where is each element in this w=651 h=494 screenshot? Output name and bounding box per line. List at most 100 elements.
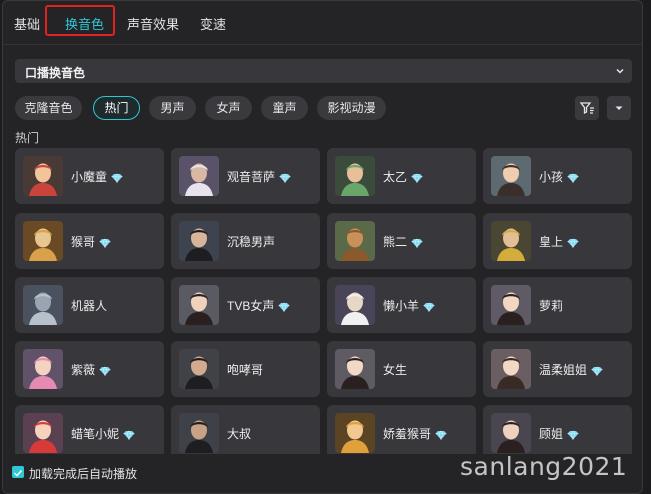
voice-name: 娇羞猴哥 <box>383 425 447 442</box>
diamond-icon <box>99 366 111 376</box>
voice-grid: 小魔童 观音菩萨 太乙 小孩猴哥 沉稳男声 熊二 皇上机器人 TVB女声 懒小羊 萝莉紫薇 咆哮哥 女… <box>15 148 635 454</box>
voice-mode-select[interactable]: 口播换音色 <box>15 59 632 83</box>
voice-name: 大叔 <box>227 425 251 442</box>
voice-name: 紫薇 <box>71 361 111 378</box>
tab-bar: 基础 换音色 声音效果 变速 <box>3 1 642 45</box>
voice-name-text: 咆哮哥 <box>227 363 264 377</box>
caret-down-icon <box>615 106 623 110</box>
voice-panel: 基础 换音色 声音效果 变速 口播换音色 克隆音色 热门 男声 女声 童声 影视… <box>2 0 643 494</box>
voice-name-text: 女生 <box>383 363 408 377</box>
voice-name-text: 顾姐 <box>539 427 564 441</box>
tab-highlight-frame <box>45 5 115 36</box>
voice-avatar <box>23 156 63 196</box>
voice-name-text: 懒小羊 <box>383 299 420 313</box>
voice-name-text: 蜡笔小妮 <box>71 427 120 441</box>
voice-avatar <box>335 285 375 325</box>
tab-sound-effects[interactable]: 声音效果 <box>127 14 179 33</box>
voice-avatar <box>23 349 63 389</box>
voice-name: 猴哥 <box>71 233 111 250</box>
diamond-icon <box>567 430 579 440</box>
voice-card[interactable]: 萝莉 <box>483 277 632 333</box>
voice-avatar <box>23 413 63 453</box>
voice-name: 机器人 <box>71 297 107 314</box>
chip-male[interactable]: 男声 <box>149 96 196 120</box>
voice-card[interactable]: 皇上 <box>483 213 632 269</box>
voice-card[interactable]: 大叔 <box>171 405 320 454</box>
chip-film-anime[interactable]: 影视动漫 <box>317 96 386 120</box>
voice-card[interactable]: 沉稳男声 <box>171 213 320 269</box>
voice-avatar <box>335 156 375 196</box>
voice-card[interactable]: 机器人 <box>15 277 164 333</box>
tab-speed[interactable]: 变速 <box>200 14 226 33</box>
voice-avatar <box>179 413 219 453</box>
voice-name: 沉稳男声 <box>227 233 275 250</box>
voice-name-text: 娇羞猴哥 <box>383 427 432 441</box>
voice-name-text: 萝莉 <box>539 299 564 313</box>
voice-name: 蜡笔小妮 <box>71 425 135 442</box>
voice-card[interactable]: 小孩 <box>483 148 632 204</box>
filter-button[interactable] <box>575 96 599 120</box>
voice-card[interactable]: 熊二 <box>327 213 476 269</box>
diamond-icon <box>591 366 603 376</box>
voice-avatar <box>179 285 219 325</box>
voice-card[interactable]: 猴哥 <box>15 213 164 269</box>
voice-card[interactable]: 女生 <box>327 341 476 397</box>
voice-name: 女生 <box>383 361 407 378</box>
voice-card[interactable]: 温柔姐姐 <box>483 341 632 397</box>
voice-name: 萝莉 <box>539 297 563 314</box>
chip-child[interactable]: 童声 <box>261 96 308 120</box>
voice-avatar <box>335 221 375 261</box>
voice-name-text: 观音菩萨 <box>227 170 276 184</box>
voice-avatar <box>179 156 219 196</box>
voice-name-text: 沉稳男声 <box>227 235 276 249</box>
voice-card[interactable]: 太乙 <box>327 148 476 204</box>
voice-avatar <box>491 221 531 261</box>
voice-name-text: 皇上 <box>539 235 564 249</box>
voice-card[interactable]: 小魔童 <box>15 148 164 204</box>
voice-name: 熊二 <box>383 233 423 250</box>
voice-name-text: 机器人 <box>71 299 108 313</box>
voice-name: 观音菩萨 <box>227 168 291 185</box>
voice-card[interactable]: 娇羞猴哥 <box>327 405 476 454</box>
more-options-button[interactable] <box>607 96 631 120</box>
voice-name-text: 温柔姐姐 <box>539 363 588 377</box>
autoplay-label: 加载完成后自动播放 <box>29 467 138 481</box>
voice-avatar <box>335 349 375 389</box>
voice-name: 懒小羊 <box>383 297 435 314</box>
chevron-down-icon <box>616 68 624 74</box>
diamond-icon <box>423 302 435 312</box>
diamond-icon <box>278 302 290 312</box>
voice-name: 太乙 <box>383 168 423 185</box>
voice-name: 皇上 <box>539 233 579 250</box>
voice-name-text: 大叔 <box>227 427 252 441</box>
voice-name-text: 太乙 <box>383 170 408 184</box>
voice-card[interactable]: 顾姐 <box>483 405 632 454</box>
voice-name: 咆哮哥 <box>227 361 263 378</box>
voice-name: 顾姐 <box>539 425 579 442</box>
voice-name-text: TVB女声 <box>227 299 275 313</box>
diamond-icon <box>411 173 423 183</box>
diamond-icon <box>567 238 579 248</box>
voice-card[interactable]: TVB女声 <box>171 277 320 333</box>
tab-basic[interactable]: 基础 <box>14 14 40 33</box>
autoplay-checkbox[interactable] <box>12 466 24 478</box>
voice-mode-value: 口播换音色 <box>25 66 86 80</box>
chip-clone-voice[interactable]: 克隆音色 <box>15 96 82 120</box>
diamond-icon <box>567 173 579 183</box>
voice-card[interactable]: 蜡笔小妮 <box>15 405 164 454</box>
chip-hot[interactable]: 热门 <box>93 96 140 120</box>
voice-card[interactable]: 紫薇 <box>15 341 164 397</box>
checkmark-icon <box>13 469 23 477</box>
voice-name-text: 紫薇 <box>71 363 96 377</box>
voice-name: 小孩 <box>539 168 579 185</box>
voice-card[interactable]: 咆哮哥 <box>171 341 320 397</box>
voice-card[interactable]: 观音菩萨 <box>171 148 320 204</box>
voice-avatar <box>23 285 63 325</box>
voice-card[interactable]: 懒小羊 <box>327 277 476 333</box>
voice-name: 小魔童 <box>71 168 123 185</box>
voice-avatar <box>179 221 219 261</box>
voice-name: TVB女声 <box>227 297 290 314</box>
voice-name-text: 熊二 <box>383 235 408 249</box>
voice-avatar <box>491 156 531 196</box>
chip-female[interactable]: 女声 <box>205 96 252 120</box>
